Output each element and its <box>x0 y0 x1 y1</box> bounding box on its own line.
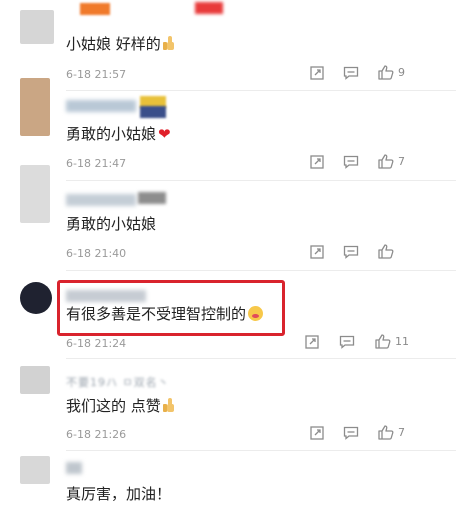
share-button[interactable] <box>310 155 324 169</box>
avatar[interactable] <box>20 165 50 223</box>
heart-emoji: ❤ <box>158 125 171 143</box>
highlight-box <box>57 280 285 336</box>
like-icon <box>378 154 394 169</box>
divider <box>66 90 456 91</box>
comment-time: 6-18 21:47 <box>66 157 127 170</box>
like-button[interactable]: 7 <box>378 425 405 440</box>
like-button[interactable]: 11 <box>375 334 409 349</box>
comment-icon <box>343 155 359 169</box>
share-icon <box>310 66 324 80</box>
like-button[interactable]: 9 <box>378 65 405 80</box>
like-icon <box>378 65 394 80</box>
comment-button[interactable] <box>343 245 359 259</box>
comment-time: 6-18 21:57 <box>66 68 127 81</box>
comment-time: 6-18 21:24 <box>66 337 127 350</box>
divider <box>66 358 456 359</box>
comment-time: 6-18 21:40 <box>66 247 127 260</box>
share-icon <box>310 245 324 259</box>
comment-icon <box>339 335 355 349</box>
comment-button[interactable] <box>343 66 359 80</box>
comment-text: 小姑娘 好样的 <box>66 34 175 54</box>
like-icon <box>378 425 394 440</box>
like-count: 9 <box>398 66 405 79</box>
avatar[interactable] <box>20 456 50 484</box>
comment-text: 勇敢的小姑娘 ❤ <box>66 125 171 143</box>
like-count: 7 <box>398 426 405 439</box>
share-button[interactable] <box>305 335 319 349</box>
like-button[interactable] <box>378 244 394 259</box>
comment-button[interactable] <box>343 426 359 440</box>
divider <box>66 180 456 181</box>
share-button[interactable] <box>310 426 324 440</box>
like-count: 7 <box>398 155 405 168</box>
share-button[interactable] <box>310 245 324 259</box>
comment-icon <box>343 66 359 80</box>
like-count: 11 <box>395 335 409 348</box>
comment-text: 真厉害，加油！ <box>66 485 172 503</box>
share-icon <box>310 155 324 169</box>
divider <box>66 270 456 271</box>
comment-icon <box>343 426 359 440</box>
comment-icon <box>343 245 359 259</box>
share-button[interactable] <box>310 66 324 80</box>
share-icon <box>305 335 319 349</box>
avatar[interactable] <box>20 282 52 314</box>
avatar[interactable] <box>20 78 50 136</box>
username[interactable]: 不要19ハ ㅁ双名丶 <box>66 374 170 389</box>
comment-text: 勇敢的小姑娘 <box>66 215 157 233</box>
comment-text: 我们这的 点赞 <box>66 396 175 416</box>
share-icon <box>310 426 324 440</box>
comment-button[interactable] <box>343 155 359 169</box>
comment-time: 6-18 21:26 <box>66 428 127 441</box>
like-button[interactable]: 7 <box>378 154 405 169</box>
thumbs-up-emoji <box>162 36 175 50</box>
avatar[interactable] <box>20 10 54 44</box>
like-icon <box>375 334 391 349</box>
avatar[interactable] <box>20 366 50 394</box>
comment-button[interactable] <box>339 335 355 349</box>
divider <box>66 450 456 451</box>
thumbs-up-emoji <box>162 398 175 412</box>
like-icon <box>378 244 394 259</box>
